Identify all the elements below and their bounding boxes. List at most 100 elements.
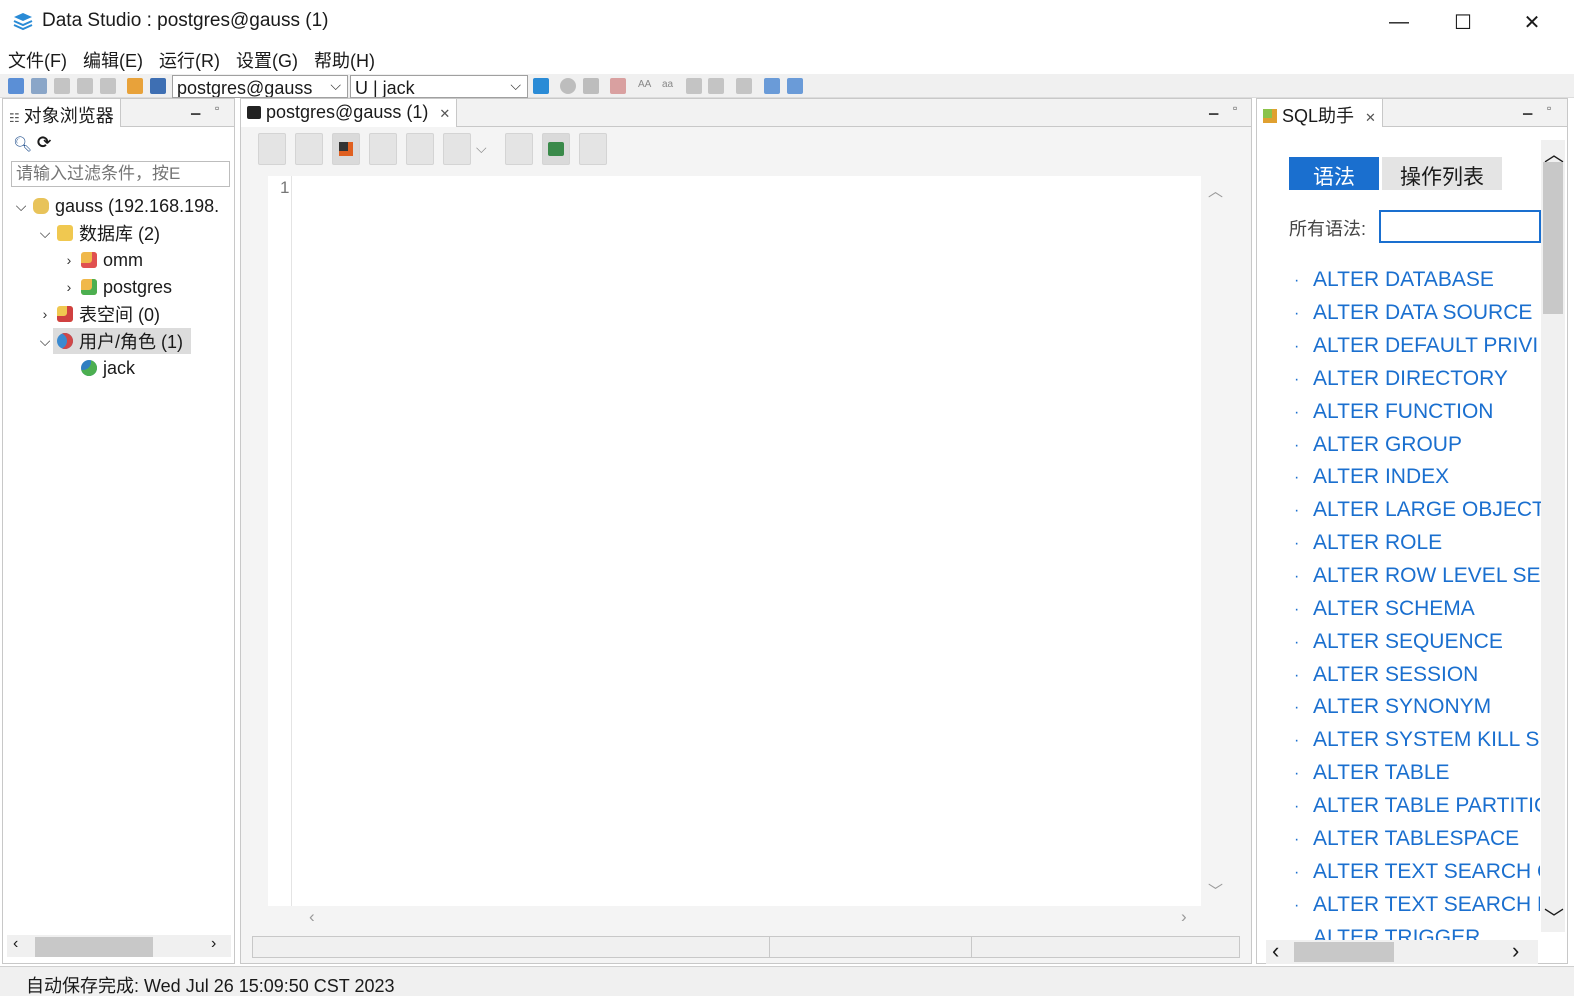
user-select[interactable]: U | jack ⌵ <box>350 75 528 98</box>
explain-plan-button[interactable] <box>542 133 570 165</box>
tab-editor[interactable]: postgres@gauss (1) ✕ <box>241 99 458 127</box>
chevron-right-icon[interactable]: › <box>211 935 216 953</box>
syntax-item[interactable]: ALTER TABLESPACE <box>1313 827 1519 851</box>
search-icon[interactable]: 🔍︎ <box>13 135 32 153</box>
open-folder-icon[interactable] <box>127 78 143 94</box>
uncomment-icon[interactable] <box>787 78 803 94</box>
syntax-item[interactable]: ALTER SYSTEM KILL SE <box>1313 728 1540 752</box>
connection-select[interactable]: postgres@gauss ⌵ <box>172 75 348 98</box>
minimize-button[interactable]: — <box>1364 0 1434 44</box>
collapse-button[interactable] <box>406 133 434 165</box>
chevron-right-icon[interactable]: › <box>61 279 77 295</box>
chevron-down-icon[interactable]: ⌵ <box>476 140 487 157</box>
copy-icon[interactable] <box>100 78 116 94</box>
scroll-up-icon[interactable]: ︿ <box>1208 180 1223 201</box>
debug-icon[interactable] <box>583 78 599 94</box>
close-tab-icon[interactable]: ✕ <box>439 106 450 121</box>
menu-file[interactable]: 文件(F) <box>0 44 75 74</box>
indent-icon[interactable] <box>686 78 702 94</box>
chevron-left-icon[interactable]: ‹ <box>1272 938 1279 964</box>
menu-run[interactable]: 运行(R) <box>151 44 228 74</box>
horizontal-scrollbar[interactable]: ‹ › <box>1266 938 1538 964</box>
outdent-icon[interactable] <box>708 78 724 94</box>
connect-icon[interactable] <box>8 78 24 94</box>
syntax-item[interactable]: ALTER GROUP <box>1313 433 1462 457</box>
syntax-item[interactable]: ALTER DATABASE <box>1313 268 1494 292</box>
chevron-left-icon[interactable]: ‹ <box>13 935 18 953</box>
chevron-right-icon[interactable]: › <box>61 252 77 268</box>
lowercase-icon[interactable]: aa <box>662 79 673 90</box>
chevron-down-icon[interactable]: ﹀ <box>1544 902 1564 931</box>
scrollbar-thumb[interactable] <box>1543 162 1563 314</box>
stop-icon[interactable] <box>77 78 93 94</box>
scrollbar-thumb[interactable] <box>35 937 153 957</box>
uppercase-icon[interactable]: AA <box>638 79 651 90</box>
syntax-item[interactable]: ALTER FUNCTION <box>1313 400 1493 424</box>
syntax-item[interactable]: ALTER ROW LEVEL SEC <box>1313 564 1540 588</box>
tab-object-browser[interactable]: ☷ 对象浏览器 <box>3 99 121 127</box>
stop-execution-button[interactable] <box>332 133 360 165</box>
tree-node-postgres[interactable]: › postgres <box>61 274 172 300</box>
syntax-item[interactable]: ALTER SCHEMA <box>1313 597 1475 621</box>
syntax-item[interactable]: ALTER TRIGGER <box>1313 928 1480 940</box>
refresh-icon[interactable] <box>54 78 70 94</box>
minimize-panel-icon[interactable]: ▁ <box>191 101 200 115</box>
syntax-item[interactable]: ALTER INDEX <box>1313 465 1449 489</box>
tree-node-omm[interactable]: › omm <box>61 247 143 273</box>
syntax-item[interactable]: ALTER TEXT SEARCH C <box>1313 860 1540 884</box>
execute-button[interactable] <box>258 133 286 165</box>
export-button[interactable] <box>443 133 471 165</box>
format-icon[interactable] <box>736 78 752 94</box>
syntax-search-input[interactable] <box>1379 210 1541 243</box>
new-query-icon[interactable] <box>533 78 549 94</box>
tab-sql-helper[interactable]: SQL助手 ✕ <box>1257 99 1383 127</box>
menu-edit[interactable]: 编辑(E) <box>75 44 151 74</box>
syntax-item[interactable]: ALTER SYNONYM <box>1313 695 1491 719</box>
syntax-item[interactable]: ALTER DATA SOURCE <box>1313 301 1532 325</box>
menu-settings[interactable]: 设置(G) <box>228 44 306 74</box>
close-tab-icon[interactable]: ✕ <box>1365 110 1376 125</box>
minimize-panel-icon[interactable]: ▁ <box>1523 101 1532 115</box>
minimize-panel-icon[interactable]: ▁ <box>1209 101 1218 115</box>
syntax-item[interactable]: ALTER ROLE <box>1313 531 1442 555</box>
syntax-item[interactable]: ALTER DEFAULT PRIVIL <box>1313 334 1540 358</box>
sql-editor[interactable]: 1 <box>268 176 1201 906</box>
menu-help[interactable]: 帮助(H) <box>306 44 383 74</box>
maximize-panel-icon[interactable]: ▫ <box>1233 101 1237 115</box>
tree-node-gauss[interactable]: ⌵ gauss (192.168.198. <box>13 193 219 219</box>
filter-input[interactable] <box>11 161 230 187</box>
tab-operations[interactable]: 操作列表 <box>1382 157 1502 190</box>
syntax-item[interactable]: ALTER SEQUENCE <box>1313 630 1503 654</box>
tab-syntax[interactable]: 语法 <box>1289 157 1379 190</box>
syntax-item[interactable]: ALTER TABLE PARTITIC <box>1313 794 1540 818</box>
format-button[interactable] <box>505 133 533 165</box>
syntax-item[interactable]: ALTER DIRECTORY <box>1313 367 1508 391</box>
chevron-right-icon[interactable]: › <box>1512 938 1519 964</box>
chevron-down-icon[interactable]: ⌵ <box>13 198 29 215</box>
vertical-scrollbar[interactable]: ︿ ﹀ <box>1541 140 1565 932</box>
expand-button[interactable] <box>369 133 397 165</box>
syntax-item[interactable]: ALTER TEXT SEARCH D <box>1313 893 1540 917</box>
tree-node-databases[interactable]: ⌵ 数据库 (2) <box>37 220 160 246</box>
edit-button[interactable] <box>579 133 607 165</box>
comment-icon[interactable] <box>764 78 780 94</box>
save-icon[interactable] <box>150 78 166 94</box>
maximize-button[interactable]: ☐ <box>1428 0 1498 44</box>
syntax-item[interactable]: ALTER SESSION <box>1313 663 1478 687</box>
cancel-query-icon[interactable] <box>610 78 626 94</box>
syntax-item[interactable]: ALTER TABLE <box>1313 761 1450 785</box>
scroll-right-icon[interactable]: › <box>1181 907 1187 927</box>
execute-step-button[interactable] <box>295 133 323 165</box>
maximize-panel-icon[interactable]: ▫ <box>1547 101 1551 115</box>
scroll-down-icon[interactable]: ﹀ <box>1208 880 1223 901</box>
syntax-item[interactable]: ALTER LARGE OBJECT <box>1313 498 1545 522</box>
close-button[interactable]: ✕ <box>1497 0 1567 44</box>
maximize-panel-icon[interactable]: ▫ <box>215 101 219 115</box>
tree-node-jack[interactable]: jack <box>77 355 135 381</box>
disconnect-icon[interactable] <box>31 78 47 94</box>
horizontal-scrollbar[interactable]: ‹ › <box>7 935 231 957</box>
scrollbar-thumb[interactable] <box>1294 942 1394 962</box>
chevron-down-icon[interactable]: ⌵ <box>37 333 53 350</box>
refresh-icon[interactable]: ⟳ <box>37 133 51 153</box>
chevron-right-icon[interactable]: › <box>37 306 53 322</box>
